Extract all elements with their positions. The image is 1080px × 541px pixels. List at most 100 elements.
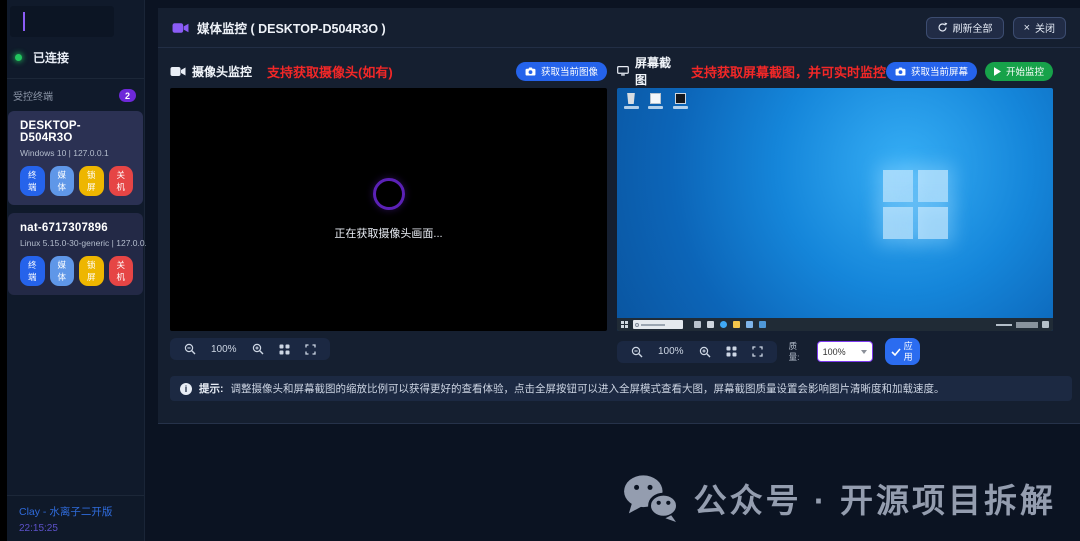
device-card-desktop[interactable]: DESKTOP-D504R3O Windows 10 | 127.0.0.1 终… (8, 111, 143, 205)
sidebar-footer: Clay - 水离子二开版 22:15:25 (7, 495, 144, 541)
camera-zoom-bar: 100% (170, 338, 330, 360)
camera-viewport[interactable]: 正在获取摄像头画面... (170, 88, 607, 331)
zoom-out-icon[interactable] (631, 346, 643, 358)
taskbar-search (633, 320, 683, 329)
screenshot-section: 屏幕截图 支持获取屏幕截图，并可实时监控 获取当前屏幕 开始监控 (617, 58, 1053, 365)
info-icon: i (180, 383, 192, 395)
refresh-all-button[interactable]: 刷新全部 (926, 17, 1004, 39)
screenshot-section-header: 屏幕截图 支持获取屏幕截图，并可实时监控 获取当前屏幕 开始监控 (617, 58, 1053, 84)
tip-bar: i 提示: 调整摄像头和屏幕截图的缩放比例可以获得更好的查看体验，点击全屏按钮可… (170, 376, 1072, 401)
camera-zoom-value: 100% (211, 344, 237, 355)
video-camera-icon (172, 22, 189, 34)
camera-icon (170, 66, 186, 77)
project-link[interactable]: Clay - 水离子二开版 (19, 504, 132, 519)
tip-text: 调整摄像头和屏幕截图的缩放比例可以获得更好的查看体验，点击全屏按钮可以进入全屏模… (231, 381, 945, 396)
close-button[interactable]: × 关闭 (1013, 17, 1066, 39)
panel-header-actions: 刷新全部 × 关闭 (926, 17, 1066, 39)
capture-image-button[interactable]: 获取当前图像 (516, 62, 607, 81)
taskbar-app-icons (694, 321, 766, 328)
device-terminal-button[interactable]: 终端 (20, 256, 45, 286)
screenshot-hint-text: 支持获取屏幕截图，并可实时监控 (691, 62, 886, 81)
camera-section: 摄像头监控 支持获取摄像头(如有) 获取当前图像 正在获取摄像头画面... (170, 58, 607, 365)
sidebar-divider (7, 78, 144, 79)
wechat-icon (622, 473, 680, 523)
apply-quality-button[interactable]: 应用 (885, 338, 920, 365)
quality-select[interactable]: 100% (817, 341, 873, 362)
sidebar-logo-box (10, 6, 114, 37)
terminals-label: 受控终端 (13, 88, 53, 103)
monitor-columns: 摄像头监控 支持获取摄像头(如有) 获取当前图像 正在获取摄像头画面... (158, 48, 1080, 365)
device-name: DESKTOP-D504R3O (20, 120, 133, 144)
terminals-count-badge: 2 (119, 89, 136, 102)
capture-screen-button[interactable]: 获取当前屏幕 (886, 62, 977, 81)
start-monitor-button[interactable]: 开始监控 (985, 62, 1053, 81)
fullscreen-icon[interactable] (305, 344, 316, 355)
device-info: Windows 10 | 127.0.0.1 (20, 148, 133, 158)
device-actions: 终端 媒体 锁屏 关机 (20, 256, 133, 286)
screenshot-section-title: 屏幕截图 (617, 54, 676, 88)
media-monitor-panel: 媒体监控 ( DESKTOP-D504R3O ) 刷新全部 × 关闭 (158, 8, 1080, 424)
camera-section-title: 摄像头监控 (170, 63, 252, 80)
watermark-text: 公众号 · 开源项目拆解 (694, 474, 1056, 522)
screenshot-viewport[interactable] (617, 88, 1053, 331)
text-caret (23, 12, 25, 31)
camera-controls: 100% (170, 338, 607, 360)
device-info: Linux 5.15.0-30-generic | 127.0.0.1 (20, 238, 133, 248)
screen-zoom-bar: 100% (617, 341, 777, 363)
fit-screen-icon[interactable] (279, 344, 290, 355)
window-edge (0, 0, 7, 541)
camera-loading-text: 正在获取摄像头画面... (334, 225, 442, 241)
terminals-header: 受控终端 2 (13, 88, 136, 103)
screen-zoom-value: 100% (658, 346, 684, 357)
document-icon (647, 93, 663, 109)
loading-spinner-icon (373, 178, 405, 210)
check-icon (891, 348, 901, 356)
device-media-button[interactable]: 媒体 (50, 256, 75, 286)
remote-taskbar (617, 318, 1053, 331)
panel-header: 媒体监控 ( DESKTOP-D504R3O ) 刷新全部 × 关闭 (158, 8, 1080, 48)
tip-prefix: 提示: (199, 381, 224, 396)
camera-hint-text: 支持获取摄像头(如有) (267, 62, 393, 81)
app-root: 已连接 受控终端 2 DESKTOP-D504R3O Windows 10 | … (0, 0, 1080, 541)
zoom-in-icon[interactable] (699, 346, 711, 358)
device-card-nat[interactable]: nat-6717307896 Linux 5.15.0-30-generic |… (8, 213, 143, 295)
connection-status: 已连接 (15, 49, 136, 66)
windows-logo (883, 170, 948, 239)
quality-label: 质量: (789, 341, 805, 361)
panel-title: 媒体监控 ( DESKTOP-D504R3O ) (172, 18, 386, 37)
screenshot-actions: 获取当前屏幕 开始监控 (886, 62, 1053, 81)
fullscreen-icon[interactable] (752, 346, 763, 357)
panel-title-text: 媒体监控 ( DESKTOP-D504R3O ) (197, 18, 386, 37)
device-lockscreen-button[interactable]: 锁屏 (79, 166, 104, 196)
close-icon: × (1024, 22, 1030, 34)
start-button-icon (621, 321, 628, 328)
zoom-in-icon[interactable] (252, 343, 264, 355)
device-lockscreen-button[interactable]: 锁屏 (79, 256, 104, 286)
connected-dot-icon (15, 54, 22, 61)
watermark: 公众号 · 开源项目拆解 (622, 473, 1056, 523)
clock-text: 22:15:25 (19, 523, 132, 534)
recycle-bin-icon (623, 93, 639, 109)
chevron-down-icon (861, 350, 867, 354)
camera-section-header: 摄像头监控 支持获取摄像头(如有) 获取当前图像 (170, 58, 607, 84)
zoom-out-icon[interactable] (184, 343, 196, 355)
device-terminal-button[interactable]: 终端 (20, 166, 45, 196)
snapshot-icon (895, 67, 906, 76)
main-area: 媒体监控 ( DESKTOP-D504R3O ) 刷新全部 × 关闭 (146, 0, 1080, 541)
device-shutdown-button[interactable]: 关机 (109, 256, 134, 286)
system-tray (996, 321, 1049, 328)
device-shutdown-button[interactable]: 关机 (109, 166, 134, 196)
quality-value: 100% (823, 347, 846, 357)
snapshot-icon (525, 67, 536, 76)
device-name: nat-6717307896 (20, 222, 133, 234)
sidebar: 已连接 受控终端 2 DESKTOP-D504R3O Windows 10 | … (7, 0, 145, 541)
cmd-icon (672, 93, 688, 109)
monitor-icon (617, 65, 629, 77)
play-icon (994, 67, 1001, 76)
refresh-icon (937, 22, 948, 33)
fit-screen-icon[interactable] (726, 346, 737, 357)
device-media-button[interactable]: 媒体 (50, 166, 75, 196)
device-actions: 终端 媒体 锁屏 关机 (20, 166, 133, 196)
screenshot-controls: 100% 质量: 100% 应用 (617, 338, 1053, 365)
connection-status-label: 已连接 (33, 49, 69, 66)
